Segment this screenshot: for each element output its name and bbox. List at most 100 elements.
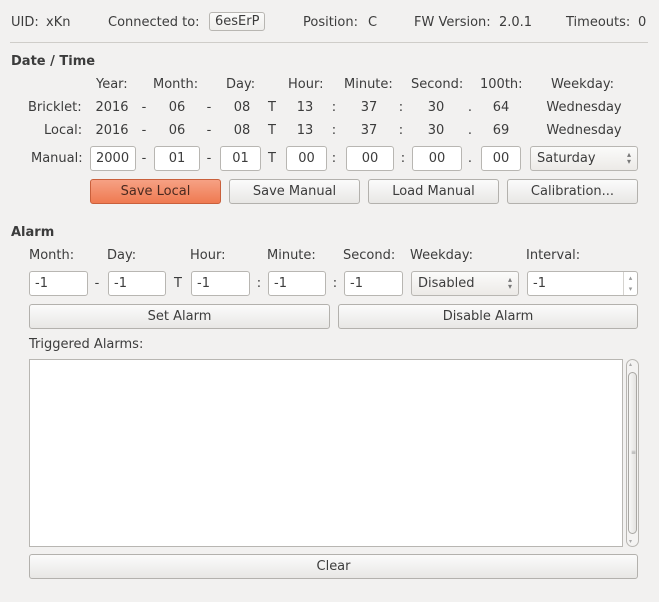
alarm-interval-spinbox[interactable]: -1 ▴ ▾ (527, 271, 638, 296)
col-hour: Hour: (288, 77, 324, 92)
bricklet-minute: 37 (360, 100, 378, 115)
alarm-second-input[interactable]: -1 (344, 271, 403, 296)
local-minute: 37 (360, 123, 378, 138)
col-minute: Minute: (344, 77, 393, 92)
alarm-hour-input[interactable]: -1 (191, 271, 250, 296)
local-label: Local: (44, 123, 83, 138)
bricklet-second: 30 (427, 100, 445, 115)
sep: . (467, 151, 473, 166)
manual-100th-input[interactable]: 00 (481, 146, 521, 171)
triggered-alarms-scrollbar[interactable]: ▴ ≡ ▾ (626, 359, 639, 547)
sep: T (268, 151, 276, 166)
updown-arrows-icon: ▴ ▾ (507, 275, 512, 291)
local-100th: 69 (492, 123, 510, 138)
save-local-button[interactable]: Save Local (90, 179, 221, 204)
alarm-weekday-select[interactable]: Disabled ▴ ▾ (411, 271, 519, 296)
manual-weekday-select[interactable]: Saturday ▴ ▾ (530, 146, 638, 171)
disable-alarm-button[interactable]: Disable Alarm (338, 304, 638, 329)
sep: - (141, 123, 147, 138)
sep: T (268, 123, 276, 138)
sep: - (94, 276, 100, 291)
alarm-interval-value: -1 (533, 276, 546, 291)
col-year: Year: (96, 77, 128, 92)
local-hour: 13 (296, 123, 314, 138)
sep: - (141, 151, 147, 166)
sep: . (467, 100, 473, 115)
sep: : (400, 151, 406, 166)
scroll-up-arrow-icon[interactable]: ▴ (629, 361, 632, 368)
bricklet-label: Bricklet: (28, 100, 82, 115)
manual-year-input[interactable]: 2000 (90, 146, 136, 171)
sep: : (331, 151, 337, 166)
sep: : (398, 123, 404, 138)
uid-value: xKn (46, 15, 71, 30)
timeouts-value: 0 (638, 15, 647, 30)
alarm-col-minute: Minute: (267, 248, 316, 263)
col-weekday: Weekday: (551, 77, 614, 92)
alarm-col-weekday: Weekday: (410, 248, 473, 263)
col-day: Day: (226, 77, 256, 92)
col-month: Month: (153, 77, 199, 92)
fw-version-label: FW Version: (414, 15, 491, 30)
manual-weekday-value: Saturday (537, 151, 596, 166)
sep: : (256, 276, 262, 291)
sep: : (331, 123, 337, 138)
load-manual-button[interactable]: Load Manual (368, 179, 499, 204)
local-month: 06 (168, 123, 186, 138)
alarm-day-input[interactable]: -1 (108, 271, 166, 296)
alarm-col-hour: Hour: (190, 248, 226, 263)
header-divider (10, 42, 648, 43)
connected-uid-button[interactable]: 6esErP (209, 12, 266, 31)
alarm-col-month: Month: (29, 248, 75, 263)
bricklet-100th: 64 (492, 100, 510, 115)
sep: T (268, 100, 276, 115)
alarm-minute-input[interactable]: -1 (268, 271, 326, 296)
set-alarm-button[interactable]: Set Alarm (29, 304, 330, 329)
updown-arrows-icon: ▴ ▾ (626, 150, 631, 166)
datetime-title: Date / Time (11, 54, 96, 69)
bricklet-day: 08 (233, 100, 251, 115)
manual-second-input[interactable]: 00 (412, 146, 462, 171)
position-label: Position: (303, 15, 358, 30)
alarm-month-input[interactable]: -1 (29, 271, 88, 296)
manual-label: Manual: (31, 151, 83, 166)
manual-hour-input[interactable]: 00 (286, 146, 327, 171)
sep: - (206, 123, 212, 138)
fw-version-value: 2.0.1 (499, 15, 533, 30)
sep: - (206, 100, 212, 115)
sep: : (331, 100, 337, 115)
col-100th: 100th: (480, 77, 523, 92)
sep: T (174, 276, 182, 291)
save-manual-button[interactable]: Save Manual (229, 179, 360, 204)
connected-label: Connected to: (108, 15, 200, 30)
alarm-col-second: Second: (343, 248, 396, 263)
timeouts-label: Timeouts: (566, 15, 631, 30)
bricklet-weekday: Wednesday (546, 100, 622, 115)
uid-label: UID: (11, 15, 39, 30)
sep: . (467, 123, 473, 138)
alarm-title: Alarm (11, 225, 55, 240)
bricklet-month: 06 (168, 100, 186, 115)
manual-minute-input[interactable]: 00 (346, 146, 394, 171)
clear-button[interactable]: Clear (29, 554, 638, 579)
bricklet-year: 2016 (95, 100, 129, 115)
bricklet-hour: 13 (296, 100, 314, 115)
manual-day-input[interactable]: 01 (220, 146, 261, 171)
spin-arrows-icon[interactable]: ▴ ▾ (623, 272, 637, 295)
triggered-alarms-label: Triggered Alarms: (29, 337, 144, 352)
sep: - (206, 151, 212, 166)
col-second: Second: (411, 77, 464, 92)
alarm-col-day: Day: (107, 248, 137, 263)
triggered-alarms-textarea[interactable] (29, 359, 623, 547)
sep: - (141, 100, 147, 115)
alarm-weekday-value: Disabled (418, 276, 475, 291)
calibration-button[interactable]: Calibration... (507, 179, 638, 204)
local-weekday: Wednesday (546, 123, 622, 138)
manual-month-input[interactable]: 01 (154, 146, 200, 171)
scroll-down-arrow-icon[interactable]: ▾ (629, 538, 632, 545)
local-year: 2016 (95, 123, 129, 138)
alarm-col-interval: Interval: (526, 248, 581, 263)
sep: : (332, 276, 338, 291)
sep: : (398, 100, 404, 115)
scrollbar-thumb[interactable]: ≡ (628, 372, 637, 534)
